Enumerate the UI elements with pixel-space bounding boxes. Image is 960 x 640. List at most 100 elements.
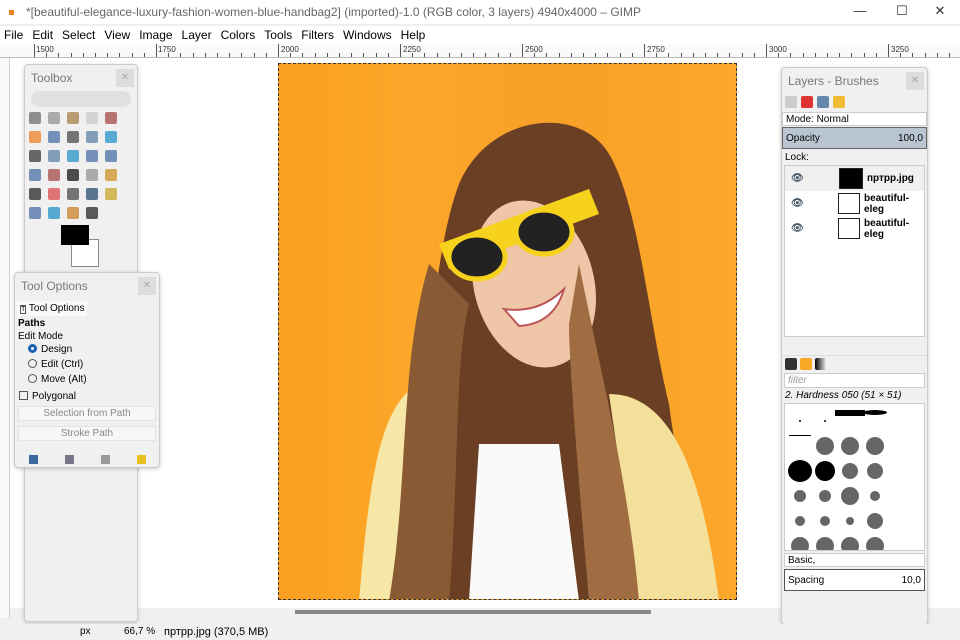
- tool-icon[interactable]: [48, 169, 60, 181]
- foreground-color-swatch[interactable]: [61, 225, 89, 245]
- tool-icon[interactable]: [86, 169, 98, 181]
- tool-icon[interactable]: [67, 131, 79, 143]
- stroke-path-button[interactable]: Stroke Path: [18, 426, 156, 441]
- close-icon[interactable]: ✕: [906, 72, 924, 90]
- brush-preview[interactable]: [788, 460, 812, 482]
- layers-tab-icon[interactable]: [785, 96, 797, 108]
- paths-tab-icon[interactable]: [817, 96, 829, 108]
- brush-preview[interactable]: [867, 513, 883, 529]
- brush-preview[interactable]: [846, 517, 854, 525]
- tool-icon[interactable]: [29, 131, 41, 143]
- tool-icon[interactable]: [67, 150, 79, 162]
- menu-file[interactable]: File: [0, 26, 28, 44]
- menu-colors[interactable]: Colors: [217, 26, 261, 44]
- tool-icon[interactable]: [48, 207, 60, 219]
- menu-view[interactable]: View: [100, 26, 135, 44]
- brush-preview[interactable]: [841, 437, 859, 455]
- save-options-icon[interactable]: [29, 455, 38, 464]
- tool-icon[interactable]: [86, 150, 98, 162]
- minimize-button[interactable]: —: [840, 0, 880, 24]
- menu-help[interactable]: Help: [397, 26, 431, 44]
- tool-icon[interactable]: [67, 188, 79, 200]
- brush-grid[interactable]: [784, 403, 925, 551]
- tool-icon[interactable]: [48, 150, 60, 162]
- close-button[interactable]: ✕: [920, 0, 960, 24]
- undo-history-tab-icon[interactable]: [833, 96, 845, 108]
- tool-icon[interactable]: [105, 169, 117, 181]
- tool-icon[interactable]: [67, 207, 79, 219]
- tool-icon[interactable]: [29, 150, 41, 162]
- brush-preview[interactable]: [841, 537, 859, 550]
- tool-icon[interactable]: [48, 131, 60, 143]
- tool-icon[interactable]: [105, 188, 117, 200]
- brush-preview[interactable]: [866, 437, 884, 455]
- tool-icon[interactable]: [29, 112, 41, 124]
- menu-windows[interactable]: Windows: [339, 26, 397, 44]
- brush-preview[interactable]: [835, 410, 865, 416]
- brush-preview[interactable]: [819, 490, 831, 502]
- tool-icon[interactable]: [67, 169, 79, 181]
- brush-filter-input[interactable]: filter: [784, 373, 925, 388]
- menu-filters[interactable]: Filters: [297, 26, 339, 44]
- layer-row[interactable]: 👁 beautiful-eleg: [785, 216, 924, 241]
- opacity-slider[interactable]: Opacity 100,0: [782, 127, 927, 149]
- channels-tab-icon[interactable]: [801, 96, 813, 108]
- brush-preview[interactable]: [866, 537, 884, 550]
- patterns-tab-icon[interactable]: [800, 358, 812, 370]
- eye-icon[interactable]: 👁: [791, 223, 806, 234]
- eye-icon[interactable]: 👁: [791, 198, 806, 209]
- tool-icon[interactable]: [86, 112, 98, 124]
- gradients-tab-icon[interactable]: [815, 358, 827, 370]
- tool-icon[interactable]: [86, 188, 98, 200]
- tool-icon[interactable]: [105, 150, 117, 162]
- menu-tools[interactable]: Tools: [260, 26, 297, 44]
- delete-options-icon[interactable]: [101, 455, 110, 464]
- tool-icon[interactable]: [86, 131, 98, 143]
- tab-tool-options[interactable]: T Tool Options: [17, 301, 88, 316]
- layer-row[interactable]: 👁 пртрр.jpg: [785, 166, 924, 191]
- tool-icon[interactable]: [29, 188, 41, 200]
- brush-preview[interactable]: [789, 435, 811, 436]
- eye-icon[interactable]: 👁: [791, 173, 807, 184]
- menu-edit[interactable]: Edit: [28, 26, 58, 44]
- mode-select[interactable]: Mode: Normal: [782, 112, 927, 126]
- tool-icon[interactable]: [48, 188, 60, 200]
- zoom-select[interactable]: 66,7 %: [124, 626, 155, 637]
- brush-preview[interactable]: [841, 487, 859, 505]
- brush-preset-select[interactable]: Basic,: [784, 553, 925, 567]
- brush-preview[interactable]: [820, 516, 830, 526]
- brush-preview[interactable]: [863, 410, 887, 415]
- spacing-slider[interactable]: Spacing 10,0: [784, 569, 925, 591]
- brush-preview[interactable]: [791, 537, 809, 550]
- brush-preview[interactable]: [816, 537, 834, 550]
- brush-preview[interactable]: [842, 463, 858, 479]
- menu-image[interactable]: Image: [135, 26, 177, 44]
- tool-icon[interactable]: [29, 207, 41, 219]
- close-icon[interactable]: ✕: [116, 69, 134, 87]
- horizontal-ruler[interactable]: 1500 1750 2000 2250 2500 2750 3000 3250: [0, 44, 960, 58]
- layer-row[interactable]: 👁 beautiful-eleg: [785, 191, 924, 216]
- unit-select[interactable]: px: [80, 626, 91, 637]
- maximize-button[interactable]: ☐: [882, 0, 922, 24]
- tool-icon[interactable]: [105, 131, 117, 143]
- brush-preview[interactable]: [867, 463, 883, 479]
- brush-preview[interactable]: [795, 516, 805, 526]
- radio-design[interactable]: Design: [15, 342, 159, 357]
- tool-icon[interactable]: [67, 112, 79, 124]
- brushes-tab-icon[interactable]: [785, 358, 797, 370]
- tool-icon[interactable]: [86, 207, 98, 219]
- menu-layer[interactable]: Layer: [178, 26, 217, 44]
- close-icon[interactable]: ✕: [138, 277, 156, 295]
- tool-icon[interactable]: [48, 112, 60, 124]
- brush-preview[interactable]: [824, 420, 826, 422]
- brush-preview[interactable]: [799, 420, 801, 422]
- brush-preview[interactable]: [816, 437, 834, 455]
- tool-icon[interactable]: [105, 112, 117, 124]
- vertical-ruler[interactable]: [0, 58, 10, 618]
- polygonal-checkbox[interactable]: Polygonal: [15, 387, 159, 406]
- menu-select[interactable]: Select: [58, 26, 100, 44]
- restore-options-icon[interactable]: [65, 455, 74, 464]
- reset-options-icon[interactable]: [137, 455, 146, 464]
- brush-preview[interactable]: [815, 461, 835, 481]
- selection-from-path-button[interactable]: Selection from Path: [18, 406, 156, 421]
